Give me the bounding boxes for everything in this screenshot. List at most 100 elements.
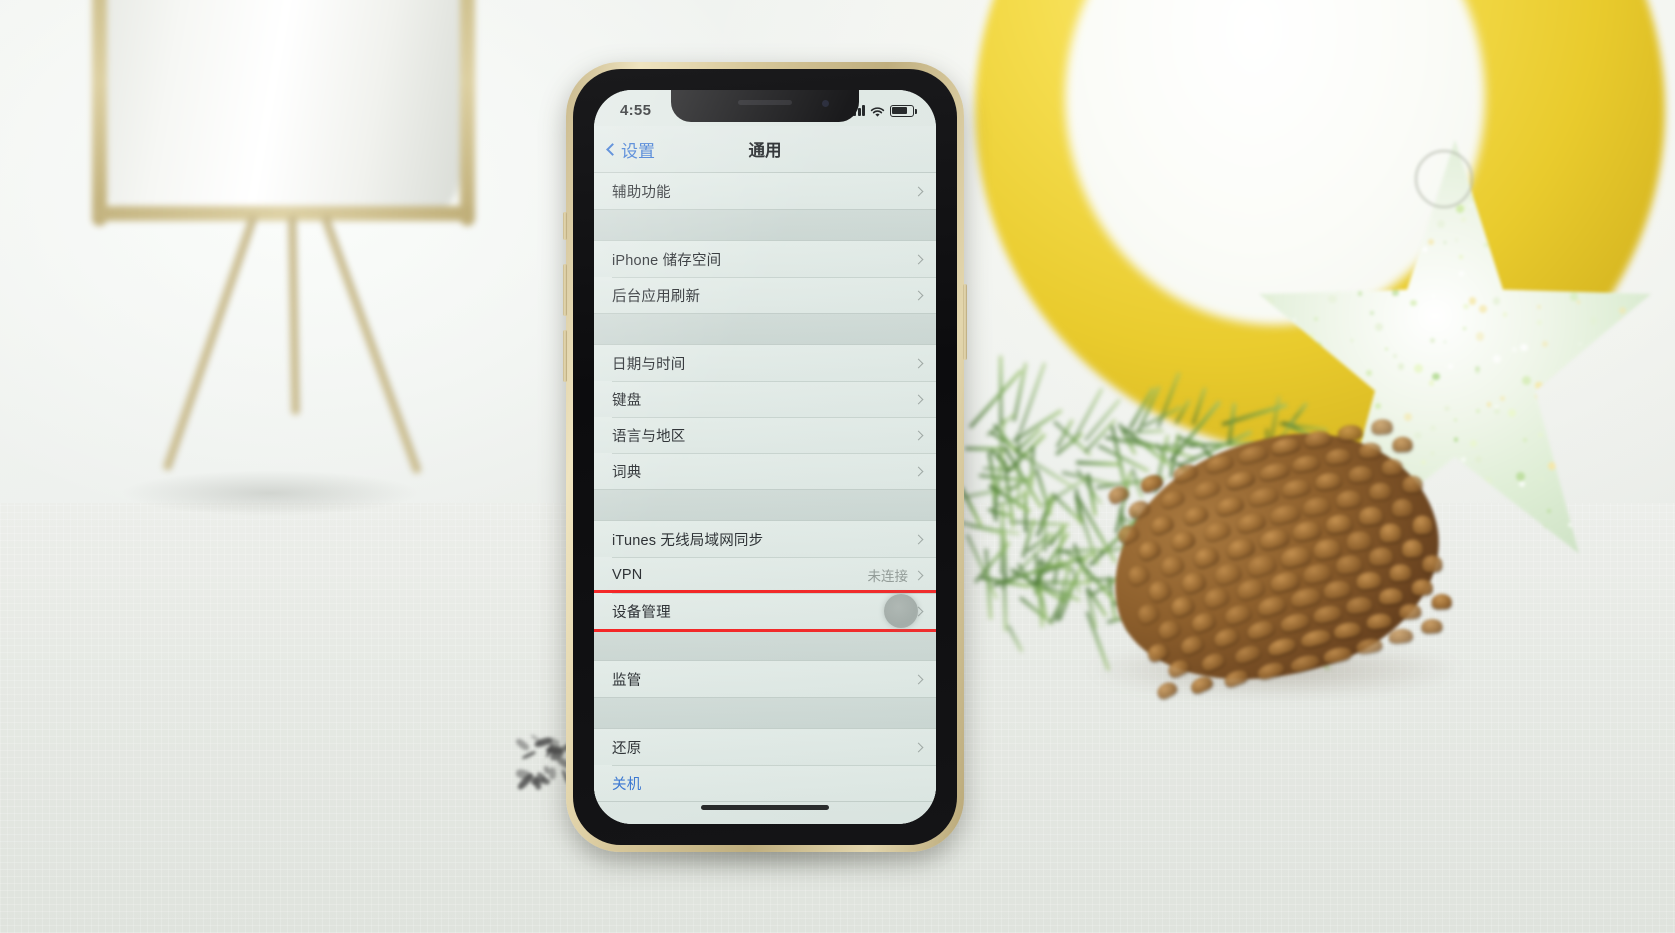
pine-needle (965, 533, 998, 600)
star-glitter-fleck (1577, 300, 1581, 304)
mute-switch[interactable] (563, 212, 567, 240)
settings-row[interactable]: 语言与地区 (594, 417, 936, 453)
settings-row-label: VPN (612, 567, 643, 583)
chevron-right-icon (913, 358, 924, 368)
chevron-right-icon (913, 254, 924, 264)
power-button[interactable] (963, 284, 967, 360)
settings-row[interactable]: VPN 未连接 (594, 557, 936, 593)
settings-row[interactable]: 键盘 (594, 381, 936, 417)
settings-row[interactable]: 关机 (594, 765, 936, 801)
settings-group-storage: iPhone 储存空间后台应用刷新 (594, 240, 936, 314)
star-glitter-fleck (1430, 337, 1436, 343)
star-glitter-fleck (1385, 347, 1388, 351)
phone-screen[interactable]: 4:55 设置 通用 辅助功能 iPhone 储存空间 后台应用刷新 日期与时间… (594, 90, 936, 824)
settings-row[interactable]: 词典 (594, 453, 936, 489)
settings-row-label: 监管 (612, 672, 642, 689)
star-glitter-fleck (1469, 439, 1478, 448)
star-glitter-fleck (1462, 326, 1466, 330)
star-glitter-fleck (1500, 195, 1505, 199)
star-glitter-fleck (1620, 545, 1626, 552)
pinecone-scale (1105, 483, 1130, 505)
star-glitter-fleck (1643, 314, 1647, 318)
star-glitter-fleck (1620, 556, 1624, 560)
star-glitter-fleck (1536, 320, 1542, 326)
star-glitter-fleck (1484, 222, 1493, 232)
star-glitter-fleck (1623, 164, 1630, 170)
settings-list[interactable]: 辅助功能 iPhone 储存空间后台应用刷新日期与时间键盘语言与地区 词典 iTune… (594, 172, 936, 824)
star-glitter-fleck (1498, 545, 1508, 554)
settings-row[interactable]: 辅助功能 (594, 173, 936, 209)
settings-row[interactable]: 设备管理 (594, 590, 936, 632)
star-glitter-fleck (1568, 251, 1571, 255)
chevron-right-icon (913, 674, 924, 684)
star-glitter-fleck (1468, 203, 1473, 207)
star-glitter-fleck (1361, 171, 1369, 180)
star-glitter-fleck (1431, 372, 1440, 381)
star-glitter-fleck (1548, 462, 1557, 471)
group-separator (594, 630, 936, 660)
pinecone-scale (1421, 554, 1443, 573)
star-glitter-fleck (1474, 455, 1482, 463)
volume-up-button[interactable] (563, 264, 567, 316)
home-indicator[interactable] (701, 805, 829, 810)
star-glitter-fleck (1466, 573, 1471, 578)
star-glitter-fleck (1259, 324, 1261, 329)
star-glitter-fleck (1448, 363, 1454, 369)
star-glitter-fleck (1428, 239, 1434, 246)
star-glitter-fleck (1361, 148, 1366, 152)
star-glitter-fleck (1391, 228, 1397, 235)
group-separator (594, 490, 936, 520)
star-glitter-fleck (1484, 477, 1493, 486)
star-glitter-fleck (1537, 304, 1542, 309)
settings-row[interactable]: iTunes 无线局域网同步 (594, 521, 936, 557)
settings-row[interactable]: 监管 (594, 661, 936, 697)
star-glitter-fleck (1392, 354, 1397, 359)
settings-row-label: 键盘 (612, 392, 642, 409)
pine-needle (1075, 461, 1120, 467)
star-glitter-fleck (1468, 296, 1477, 305)
volume-down-button[interactable] (563, 330, 567, 382)
settings-row[interactable]: 日期与时间 (594, 345, 936, 381)
settings-group-network-management: iTunes 无线局域网同步 VPN 未连接 设备管理 (594, 520, 936, 632)
star-glitter-fleck (1635, 195, 1639, 199)
settings-row-label: 日期与时间 (612, 356, 686, 373)
star-glitter-fleck (1569, 292, 1578, 301)
settings-row-label: iPhone 储存空间 (612, 252, 722, 269)
star-glitter-fleck (1391, 210, 1395, 214)
star-glitter-fleck (1607, 275, 1610, 279)
star-glitter-fleck (1542, 207, 1546, 211)
star-glitter-fleck (1299, 361, 1309, 371)
planter-leg-right (320, 213, 422, 475)
star-glitter-fleck (1302, 271, 1309, 278)
star-glitter-fleck (1563, 478, 1569, 483)
star-glitter-fleck (1617, 448, 1626, 457)
white-planter-with-gold-tripod (70, 0, 500, 500)
star-glitter-fleck (1521, 376, 1531, 385)
fabric-tuft-strand (548, 767, 557, 780)
star-glitter-fleck (1633, 537, 1638, 542)
star-glitter-fleck (1546, 251, 1550, 255)
star-wire-loop (1415, 150, 1473, 208)
settings-row-accessory (913, 254, 924, 264)
star-glitter-fleck (1271, 158, 1280, 167)
star-glitter-fleck (1453, 437, 1459, 442)
star-glitter-fleck (1604, 352, 1611, 359)
star-glitter-fleck (1547, 509, 1551, 513)
star-glitter-fleck (1571, 409, 1574, 412)
settings-row[interactable]: 还原 (594, 729, 936, 765)
pine-needle (1006, 624, 1024, 654)
star-glitter-fleck (1296, 373, 1306, 383)
star-glitter-fleck (1633, 569, 1639, 575)
star-glitter-fleck (1512, 346, 1517, 352)
star-glitter-fleck (1455, 204, 1464, 214)
star-glitter-fleck (1496, 155, 1503, 161)
settings-row[interactable]: 后台应用刷新 (594, 277, 936, 313)
star-glitter-fleck (1501, 247, 1510, 255)
scene-photograph: 4:55 设置 通用 辅助功能 iPhone 储存空间 后台应用刷新 日期与时间… (0, 0, 1675, 933)
settings-row[interactable]: iPhone 储存空间 (594, 241, 936, 277)
star-glitter-fleck (1370, 311, 1374, 315)
settings-group-supervision: 监管 (594, 660, 936, 698)
chevron-right-icon (913, 394, 924, 404)
fabric-tuft-strand (514, 737, 531, 753)
back-button[interactable]: 设置 (606, 137, 655, 162)
